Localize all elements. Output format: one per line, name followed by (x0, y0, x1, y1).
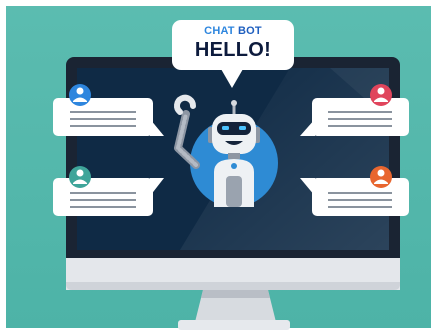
chat-bubble-top-right (300, 98, 409, 136)
chat-bubble-top-left (53, 98, 164, 136)
avatar-top-left (69, 84, 91, 106)
monitor-stand (178, 290, 290, 330)
avatar-bottom-left (69, 166, 91, 188)
header-bubble-text: CHAT BOT HELLO! (172, 20, 294, 70)
chat-bot-label: CHAT BOT (172, 25, 294, 37)
avatar-top-right (370, 84, 392, 106)
word-bot: BOT (237, 25, 262, 37)
hello-greeting: HELLO! (194, 39, 272, 61)
chat-bubble-bottom-left (53, 178, 164, 216)
chat-bubble-bottom-right (300, 178, 409, 216)
chatbot-illustration: CHAT BOT HELLO! (0, 0, 437, 333)
word-chat: CHAT (204, 25, 235, 37)
avatar-bottom-right (370, 166, 392, 188)
